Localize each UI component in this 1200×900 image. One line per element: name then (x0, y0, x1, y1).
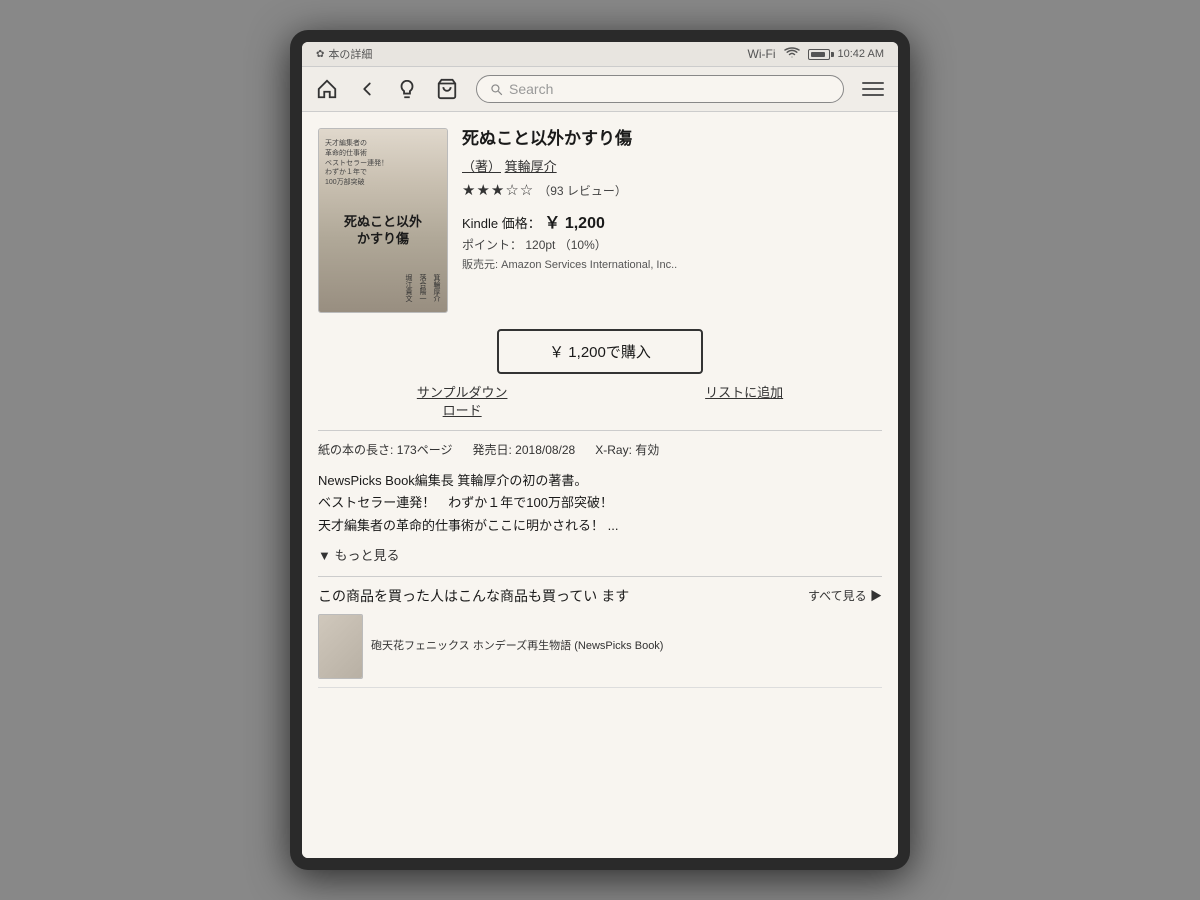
home-button[interactable] (316, 78, 338, 100)
author-label: （著） (462, 159, 501, 174)
seller-row: 販売元: Amazon Services International, Inc.… (462, 256, 882, 272)
cover-author-3: 箕輪厚介 (431, 274, 441, 302)
book-author: （著） 箕輪厚介 (462, 156, 882, 175)
divider-1 (318, 430, 882, 431)
price-section: Kindle 価格： ￥ 1,200 ポイント： 120pt （10%） 販売元… (462, 209, 882, 272)
kindle-price-value: ￥ 1,200 (544, 215, 605, 232)
points-value: 120pt (525, 238, 555, 252)
pages-info: 紙の本の長さ: 173ページ (318, 441, 452, 458)
buy-button-section: ￥ 1,200で購入 (318, 329, 882, 374)
related-book-cover (318, 614, 363, 679)
search-placeholder: Search (509, 81, 553, 97)
book-title: 死ぬこと以外かすり傷 (462, 128, 882, 150)
points-percent: （10%） (559, 238, 607, 252)
release-info: 発売日: 2018/08/28 (472, 441, 575, 458)
cover-top-text: 天才編集者の革命的仕事術ベストセラー連発！わずか１年で100万部突破 (325, 139, 441, 188)
cover-author-row: 堀江貴文 落合陽一 箕輪厚介 (325, 274, 441, 302)
book-section: 天才編集者の革命的仕事術ベストセラー連発！わずか１年で100万部突破 死ぬこと以… (318, 128, 882, 313)
description-line-2: ベストセラー連発！ わずか１年で100万部突破！ (318, 492, 882, 514)
author-name[interactable]: 箕輪厚介 (505, 159, 557, 174)
back-button[interactable] (356, 78, 378, 100)
search-icon (489, 82, 503, 96)
page-title: 本の詳細 (328, 46, 372, 62)
status-right: Wi-Fi 10:42 AM (748, 47, 884, 62)
related-book-item[interactable]: 砲天花フェニックス ホンデーズ再生物語 (NewsPicks Book) (318, 614, 882, 688)
menu-line (862, 94, 884, 96)
description-line-3: 天才編集者の革命的仕事術がここに明かされる！ ... (318, 515, 882, 537)
book-info: 死ぬこと以外かすり傷 （著） 箕輪厚介 ★★★☆☆ （93 レビュー） Kind… (462, 128, 882, 313)
more-button[interactable]: ▼ もっと見る (318, 545, 882, 564)
search-box[interactable]: Search (476, 75, 844, 103)
status-left: ✿ 本の詳細 (316, 46, 372, 62)
cart-button[interactable] (436, 78, 458, 100)
related-section-header: この商品を買った人はこんな商品も買ってい ます すべて見る ▶ (318, 587, 882, 607)
cover-author-2: 落合陽一 (417, 274, 427, 302)
seller-name: Amazon Services International, Inc.. (501, 259, 677, 271)
divider-2 (318, 576, 882, 577)
action-row: サンプルダウンロード リストに追加 (318, 384, 882, 420)
related-cover-art (319, 615, 362, 678)
related-book-title: 砲天花フェニックス ホンデーズ再生物語 (NewsPicks Book) (371, 639, 663, 654)
kindle-device: ✿ 本の詳細 Wi-Fi 10:42 AM (290, 30, 910, 870)
time-display: 10:42 AM (838, 48, 884, 60)
settings-icon: ✿ (316, 49, 324, 60)
kindle-price-label: Kindle 価格： (462, 216, 541, 231)
review-count[interactable]: （93 レビュー） (538, 182, 627, 199)
see-all-button[interactable]: すべて見る ▶ (808, 587, 882, 604)
star-rating[interactable]: ★★★☆☆ (462, 181, 534, 199)
related-section-title: この商品を買った人はこんな商品も買ってい ます (318, 587, 808, 607)
points-label: ポイント： (462, 238, 522, 252)
description-line-1: NewsPicks Book編集長 箕輪厚介の初の著書。 (318, 470, 882, 492)
buy-button[interactable]: ￥ 1,200で購入 (497, 329, 703, 374)
kindle-price: Kindle 価格： ￥ 1,200 (462, 209, 882, 233)
menu-button[interactable] (862, 82, 884, 96)
cover-author-1: 堀江貴文 (403, 274, 413, 302)
wifi-label: Wi-Fi (748, 47, 776, 61)
points-row: ポイント： 120pt （10%） (462, 236, 882, 253)
rating-row: ★★★☆☆ （93 レビュー） (462, 181, 882, 199)
book-cover: 天才編集者の革命的仕事術ベストセラー連発！わずか１年で100万部突破 死ぬこと以… (318, 128, 448, 313)
main-content: 天才編集者の革命的仕事術ベストセラー連発！わずか１年で100万部突破 死ぬこと以… (302, 112, 898, 858)
wifi-icon (784, 47, 800, 62)
status-bar: ✿ 本の詳細 Wi-Fi 10:42 AM (302, 42, 898, 67)
cover-art: 天才編集者の革命的仕事術ベストセラー連発！わずか１年で100万部突破 死ぬこと以… (319, 129, 447, 312)
sample-download-button[interactable]: サンプルダウンロード (417, 384, 508, 420)
nav-bar: Search (302, 67, 898, 112)
book-description: NewsPicks Book編集長 箕輪厚介の初の著書。 ベストセラー連発！ わ… (318, 470, 882, 536)
lightbulb-button[interactable] (396, 78, 418, 100)
menu-line (862, 88, 884, 90)
cover-main-title: 死ぬこと以外かすり傷 (344, 214, 422, 248)
menu-line (862, 82, 884, 84)
add-to-list-button[interactable]: リストに追加 (705, 384, 783, 420)
seller-label: 販売元: (462, 259, 498, 271)
xray-info: X-Ray: 有効 (595, 441, 659, 458)
battery-icon (808, 49, 830, 60)
device-screen: ✿ 本の詳細 Wi-Fi 10:42 AM (302, 42, 898, 858)
meta-row: 紙の本の長さ: 173ページ 発売日: 2018/08/28 X-Ray: 有効 (318, 441, 882, 458)
